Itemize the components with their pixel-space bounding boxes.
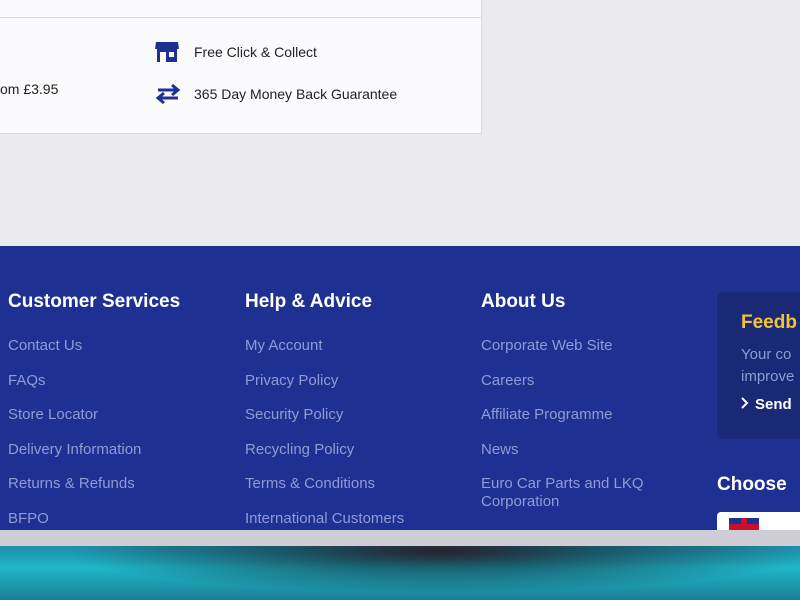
footer-link-returns-refunds[interactable]: Returns & Refunds (8, 475, 180, 493)
click-collect-item: Free Click & Collect (154, 40, 317, 64)
footer-link-my-account[interactable]: My Account (245, 337, 404, 355)
feedback-title: Feedb (741, 312, 797, 333)
footer-link-international-customers[interactable]: International Customers (245, 510, 404, 528)
about-us-heading: About Us (481, 291, 566, 312)
help-advice-column: Help & Advice My Account Privacy Policy … (245, 291, 404, 530)
customer-services-column: Customer Services Contact Us FAQs Store … (8, 291, 180, 530)
about-us-column: About Us Corporate Web Site Careers Affi… (481, 291, 671, 528)
delivery-info-card: om £3.95 Free Click & Collect 365 Day Mo… (0, 0, 482, 134)
chevron-right-icon (741, 396, 749, 413)
site-footer: Customer Services Contact Us FAQs Store … (0, 246, 800, 530)
feedback-text-line1: Your co (741, 346, 792, 363)
footer-link-terms-conditions[interactable]: Terms & Conditions (245, 475, 404, 493)
footer-link-corporate-web-site[interactable]: Corporate Web Site (481, 337, 671, 355)
footer-link-careers[interactable]: Careers (481, 372, 671, 390)
footer-link-bfpo[interactable]: BFPO (8, 510, 180, 528)
footer-link-faqs[interactable]: FAQs (8, 372, 180, 390)
card-divider (0, 17, 482, 18)
choose-country-heading: Choose (717, 474, 787, 495)
footer-link-affiliate-programme[interactable]: Affiliate Programme (481, 406, 671, 424)
desktop-background (0, 546, 800, 600)
country-selector[interactable] (717, 512, 800, 530)
footer-link-lkq-corporation[interactable]: Euro Car Parts and LKQ Corporation (481, 475, 671, 511)
footer-link-security-policy[interactable]: Security Policy (245, 406, 404, 424)
customer-services-heading: Customer Services (8, 291, 181, 312)
help-advice-heading: Help & Advice (245, 291, 373, 312)
footer-link-delivery-information[interactable]: Delivery Information (8, 441, 180, 459)
delivery-price-text: om £3.95 (0, 81, 59, 97)
store-icon (154, 40, 180, 64)
money-back-item: 365 Day Money Back Guarantee (156, 84, 397, 104)
exchange-arrows-icon (156, 84, 180, 104)
footer-link-privacy-policy[interactable]: Privacy Policy (245, 372, 404, 390)
money-back-label: 365 Day Money Back Guarantee (194, 86, 398, 102)
click-collect-label: Free Click & Collect (194, 44, 317, 60)
footer-link-contact-us[interactable]: Contact Us (8, 337, 180, 355)
uk-flag-icon (729, 518, 759, 530)
footer-link-recycling-policy[interactable]: Recycling Policy (245, 441, 404, 459)
window-bottom-edge (0, 530, 800, 546)
send-feedback-link[interactable]: Send (741, 396, 800, 413)
footer-link-news[interactable]: News (481, 441, 671, 459)
send-feedback-label: Send (755, 396, 792, 413)
feedback-panel: Feedb Your co improve Send (717, 292, 800, 439)
feedback-text-line2: improve (741, 368, 795, 385)
footer-link-store-locator[interactable]: Store Locator (8, 406, 180, 424)
